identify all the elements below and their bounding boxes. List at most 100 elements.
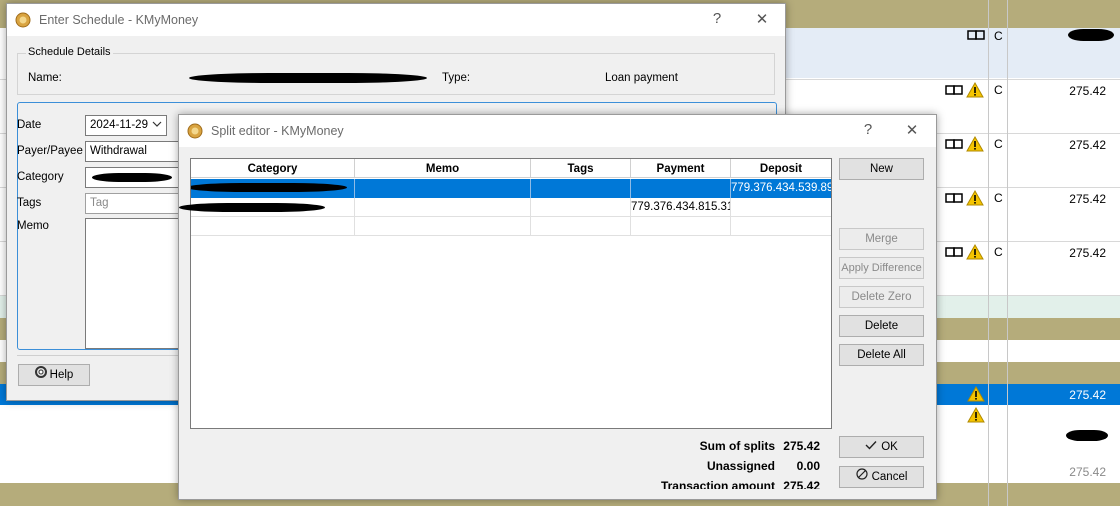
type-value: Loan payment: [605, 72, 678, 84]
cell-deposit[interactable]: [731, 198, 831, 217]
redaction: [1066, 430, 1108, 441]
chevron-down-icon[interactable]: [152, 118, 162, 133]
cell-category[interactable]: [191, 217, 355, 236]
ok-button[interactable]: OK: [839, 436, 924, 458]
redaction: [189, 73, 427, 83]
ok-button-label: OK: [881, 441, 898, 453]
cancel-button[interactable]: Cancel: [839, 466, 924, 488]
link-icon: [967, 30, 985, 40]
help-button[interactable]: Help: [18, 364, 90, 386]
memo-label: Memo: [17, 220, 49, 232]
cell-payment[interactable]: [631, 217, 731, 236]
kmymoney-app-icon: [15, 12, 31, 28]
window-title: Split editor - KMyMoney: [211, 124, 344, 138]
cell-tags[interactable]: [531, 198, 631, 217]
ledger-row-icons: [945, 244, 984, 260]
date-value: 2024-11-29: [90, 119, 148, 131]
splits-table: Category Memo Tags Payment Deposit 779.3…: [179, 158, 832, 429]
unassigned-value: 0.00: [796, 459, 820, 473]
checkmark-icon: [865, 437, 877, 457]
category-field[interactable]: [85, 167, 185, 188]
date-field[interactable]: 2024-11-29: [85, 115, 167, 136]
link-icon: [945, 85, 963, 95]
ledger-row-icons: [967, 30, 985, 40]
apply-difference-button[interactable]: Apply Difference: [839, 257, 924, 279]
type-label: Type:: [442, 72, 471, 84]
payee-label: Payer/Payee: [17, 145, 83, 157]
warning-icon: [966, 190, 984, 206]
tags-field[interactable]: Tag: [85, 193, 185, 214]
ledger-row-icons: [945, 190, 984, 206]
transaction-amount-row: Transaction amount 275.42: [579, 477, 829, 489]
redaction: [191, 183, 347, 192]
cell-memo[interactable]: [355, 179, 531, 198]
kmymoney-app-icon: [187, 123, 203, 139]
window-title: Enter Schedule - KMyMoney: [39, 13, 199, 27]
column-header-payment[interactable]: Payment: [631, 159, 731, 178]
ledger-status: C: [994, 29, 1003, 43]
new-button[interactable]: New: [839, 158, 924, 180]
warning-icon: [966, 244, 984, 260]
column-header-deposit[interactable]: Deposit: [731, 159, 831, 178]
tags-placeholder: Tag: [90, 197, 109, 209]
transaction-amount-label: Transaction amount: [660, 479, 775, 489]
warning-icon: [967, 386, 985, 402]
redaction: [92, 173, 172, 182]
table-row[interactable]: [191, 217, 831, 236]
ledger-amount: 275.42: [1069, 192, 1106, 206]
cell-memo[interactable]: [355, 217, 531, 236]
ledger-row-icons: [945, 136, 984, 152]
group-title: Schedule Details: [26, 46, 113, 58]
ledger-amount: 275.42: [1069, 138, 1106, 152]
lifebuoy-icon: [34, 365, 47, 385]
table-row[interactable]: 779.376.434.539.89: [191, 179, 831, 198]
sum-of-splits-label: Sum of splits: [699, 439, 775, 453]
ledger-status: C: [994, 137, 1003, 151]
warning-icon: [967, 407, 985, 423]
context-help-button[interactable]: ?: [858, 121, 878, 138]
ledger-amount: 275.42: [1069, 84, 1106, 98]
ledger-row-icons: [945, 82, 984, 98]
cell-category[interactable]: [179, 198, 355, 217]
table-row[interactable]: 779.376.434.815.31: [179, 198, 831, 217]
close-button[interactable]: ✕: [902, 121, 922, 139]
merge-button[interactable]: Merge: [839, 228, 924, 250]
ledger-status: C: [994, 83, 1003, 97]
warning-icon: [966, 82, 984, 98]
context-help-button[interactable]: ?: [707, 10, 727, 27]
transaction-amount-value: 275.42: [783, 479, 820, 489]
redaction: [1068, 29, 1114, 41]
cell-memo[interactable]: [355, 198, 531, 217]
date-label: Date: [17, 119, 42, 131]
cell-payment[interactable]: 779.376.434.815.31: [631, 198, 731, 217]
memo-field[interactable]: [85, 218, 185, 349]
cell-deposit[interactable]: [731, 217, 831, 236]
ledger-amount: 275.42: [1069, 465, 1106, 479]
cell-deposit[interactable]: 779.376.434.539.89: [731, 179, 831, 198]
ledger-status: C: [994, 245, 1003, 259]
help-button-label: Help: [49, 369, 74, 381]
cell-payment[interactable]: [631, 179, 731, 198]
delete-all-button[interactable]: Delete All: [839, 344, 924, 366]
ledger-status: C: [994, 191, 1003, 205]
column-header-category[interactable]: Category: [191, 159, 355, 178]
cell-tags[interactable]: [531, 179, 631, 198]
sum-of-splits-value: 275.42: [783, 439, 820, 453]
delete-button[interactable]: Delete: [839, 315, 924, 337]
cell-tags[interactable]: [531, 217, 631, 236]
payee-field[interactable]: Withdrawal: [85, 141, 185, 162]
column-header-memo[interactable]: Memo: [355, 159, 531, 178]
cell-category[interactable]: [191, 179, 355, 198]
name-label: Name:: [28, 72, 62, 84]
tags-label: Tags: [17, 197, 42, 209]
link-icon: [945, 247, 963, 257]
title-bar: Split editor - KMyMoney ? ✕: [179, 115, 936, 147]
delete-zero-button[interactable]: Delete Zero: [839, 286, 924, 308]
link-icon: [945, 193, 963, 203]
separator: [17, 355, 187, 356]
cancel-icon: [855, 467, 868, 487]
ledger-amount: 275.42: [1069, 246, 1106, 260]
close-button[interactable]: ✕: [752, 10, 772, 28]
redaction: [179, 203, 325, 212]
column-header-tags[interactable]: Tags: [531, 159, 631, 178]
